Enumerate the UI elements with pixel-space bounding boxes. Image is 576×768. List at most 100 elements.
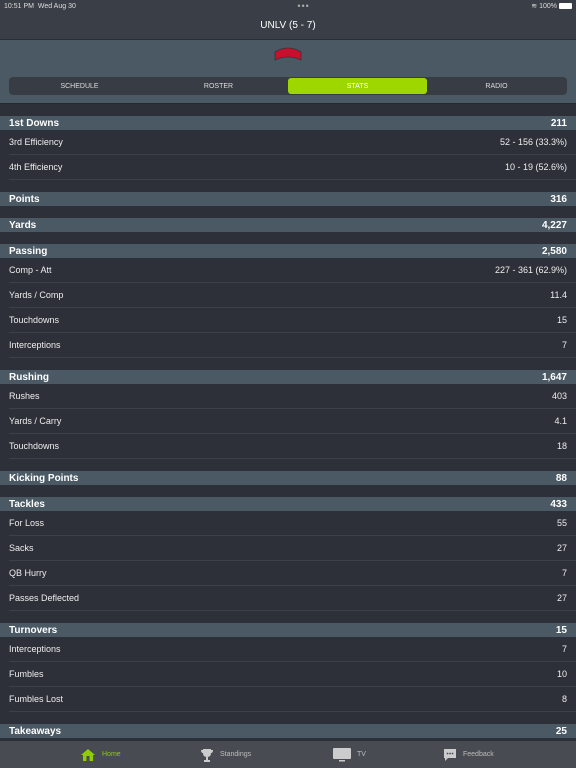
segmented-control: SCHEDULE ROSTER STATS RADIO bbox=[9, 77, 567, 95]
tv-icon bbox=[333, 747, 351, 762]
page-title: UNLV (5 - 7) bbox=[260, 20, 316, 31]
section-value: 2,580 bbox=[541, 245, 567, 257]
tabbar-standings[interactable]: Standings bbox=[200, 741, 251, 768]
battery-level: 100% bbox=[539, 3, 557, 10]
stat-label: Yards / Carry bbox=[9, 416, 62, 426]
section-value: 211 bbox=[550, 117, 567, 129]
stat-value: 27 bbox=[556, 593, 567, 603]
stat-value: 11.4 bbox=[550, 290, 567, 300]
tabbar-home[interactable]: Home bbox=[80, 741, 121, 768]
stat-value: 7 bbox=[561, 340, 567, 350]
section-title: Tackles bbox=[9, 498, 45, 510]
stat-row: Touchdowns 15 bbox=[9, 308, 576, 333]
tabbar-tv[interactable]: TV bbox=[333, 741, 366, 768]
section-title: Turnovers bbox=[9, 624, 58, 636]
stats-list[interactable]: 1st Downs 211 3rd Efficiency 52 - 156 (33.3… bbox=[0, 116, 576, 738]
stat-row: Fumbles Lost 8 bbox=[9, 687, 576, 712]
section-header: Turnovers 15 bbox=[0, 623, 576, 637]
stat-value: 403 bbox=[551, 391, 567, 401]
team-banner: SCHEDULE ROSTER STATS RADIO bbox=[0, 40, 576, 103]
section-header: Takeaways 25 bbox=[0, 724, 576, 738]
section-header: Kicking Points 88 bbox=[0, 471, 576, 485]
stat-row: Rushes 403 bbox=[9, 384, 576, 409]
team-logo bbox=[274, 47, 302, 61]
stat-label: Comp - Att bbox=[9, 265, 52, 275]
section-title: Yards bbox=[9, 219, 37, 231]
stat-value: 55 bbox=[556, 518, 567, 528]
battery-icon bbox=[559, 3, 572, 10]
stat-label: Fumbles bbox=[9, 669, 44, 679]
tabbar-feedback[interactable]: Feedback bbox=[443, 741, 494, 768]
stat-label: Passes Deflected bbox=[9, 593, 80, 603]
stat-value: 18 bbox=[556, 441, 567, 451]
section-value: 88 bbox=[555, 472, 567, 484]
stat-label: 4th Efficiency bbox=[9, 162, 63, 172]
stat-label: QB Hurry bbox=[9, 568, 47, 578]
section-title: Rushing bbox=[9, 371, 49, 383]
section-value: 4,227 bbox=[541, 219, 567, 231]
stat-label: 3rd Efficiency bbox=[9, 137, 63, 147]
section-header: Rushing 1,647 bbox=[0, 370, 576, 384]
stat-row: Fumbles 10 bbox=[9, 662, 576, 687]
section-value: 316 bbox=[550, 193, 567, 205]
stat-row: 4th Efficiency 10 - 19 (52.6%) bbox=[9, 155, 576, 180]
section-header: Tackles 433 bbox=[0, 497, 576, 511]
section-value: 25 bbox=[555, 725, 567, 737]
tabbar-label: Standings bbox=[220, 751, 252, 758]
more-dots-icon[interactable]: ••• bbox=[297, 1, 309, 11]
stat-label: Touchdowns bbox=[9, 315, 60, 325]
stat-row: Passes Deflected 27 bbox=[9, 586, 576, 611]
section-value: 15 bbox=[555, 624, 567, 636]
wifi-icon: ≋ bbox=[531, 3, 538, 10]
section-header: Points 316 bbox=[0, 192, 576, 206]
stat-value: 10 bbox=[556, 669, 567, 679]
section-value: 1,647 bbox=[541, 371, 567, 383]
stat-value: 27 bbox=[556, 543, 567, 553]
home-icon bbox=[80, 748, 96, 762]
stat-row: Sacks 27 bbox=[9, 536, 576, 561]
tabbar-label: TV bbox=[357, 751, 366, 758]
status-bar: 10:51 PM Wed Aug 30 ••• ≋ 100% bbox=[0, 0, 576, 12]
stat-row: For Loss 55 bbox=[9, 511, 576, 536]
stat-value: 227 - 361 (62.9%) bbox=[494, 265, 567, 275]
spacer bbox=[0, 103, 576, 116]
trophy-icon bbox=[200, 748, 214, 762]
section-header: Passing 2,580 bbox=[0, 244, 576, 258]
stat-value: 10 - 19 (52.6%) bbox=[504, 162, 567, 172]
tab-schedule[interactable]: SCHEDULE bbox=[10, 78, 149, 94]
section-title: Passing bbox=[9, 245, 48, 257]
stat-row: 3rd Efficiency 52 - 156 (33.3%) bbox=[9, 130, 576, 155]
tab-bar: Home Standings TV Feedback bbox=[0, 741, 576, 768]
stat-value: 4.1 bbox=[554, 416, 567, 426]
stat-label: Touchdowns bbox=[9, 441, 60, 451]
stat-row: Yards / Comp 11.4 bbox=[9, 283, 576, 308]
stat-label: Interceptions bbox=[9, 340, 61, 350]
stat-value: 8 bbox=[561, 694, 567, 704]
stat-value: 7 bbox=[561, 568, 567, 578]
tab-radio[interactable]: RADIO bbox=[427, 78, 566, 94]
nav-bar: UNLV (5 - 7) bbox=[0, 12, 576, 40]
status-time: 10:51 PM bbox=[4, 2, 34, 10]
stat-row: Interceptions 7 bbox=[9, 333, 576, 358]
stat-row: QB Hurry 7 bbox=[9, 561, 576, 586]
status-date: Wed Aug 30 bbox=[37, 2, 76, 10]
stat-value: 7 bbox=[561, 644, 567, 654]
stat-label: Sacks bbox=[9, 543, 34, 553]
tab-stats[interactable]: STATS bbox=[288, 78, 427, 94]
stat-row: Touchdowns 18 bbox=[9, 434, 576, 459]
section-header: Yards 4,227 bbox=[0, 218, 576, 232]
section-value: 433 bbox=[550, 498, 567, 510]
tab-roster[interactable]: ROSTER bbox=[149, 78, 288, 94]
section-title: 1st Downs bbox=[9, 117, 60, 129]
stat-label: Rushes bbox=[9, 391, 40, 401]
stat-row: Comp - Att 227 - 361 (62.9%) bbox=[9, 258, 576, 283]
stat-value: 52 - 156 (33.3%) bbox=[499, 137, 567, 147]
section-title: Takeaways bbox=[9, 725, 62, 737]
stat-label: Yards / Comp bbox=[9, 290, 64, 300]
stat-row: Interceptions 7 bbox=[9, 637, 576, 662]
